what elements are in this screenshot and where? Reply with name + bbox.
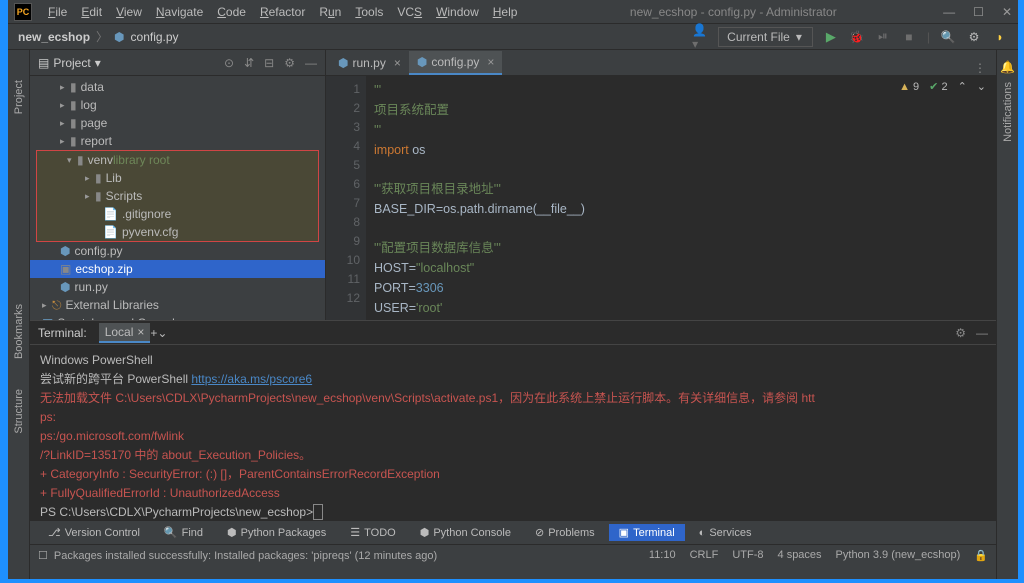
search-icon[interactable]: 🔍 [940,29,956,45]
menu-code[interactable]: Code [211,3,252,21]
menu-navigate[interactable]: Navigate [150,3,209,21]
status-lock-icon[interactable]: 🔒 [974,549,988,562]
status-interpreter[interactable]: Python 3.9 (new_ecshop) [836,549,961,562]
pscore-link[interactable]: https://aka.ms/pscore6 [191,372,312,386]
menu-help[interactable]: Help [487,3,524,21]
tree-file-pyvenv[interactable]: 📄pyvenv.cfg [37,223,318,241]
inspection-nav-down[interactable]: ⌄ [977,80,986,93]
tree-file-run[interactable]: ⬢run.py [30,278,325,296]
tool-project[interactable]: Project [13,80,25,114]
terminal-output[interactable]: Windows PowerShell 尝试新的跨平台 PowerShell ht… [30,345,996,520]
locate-icon[interactable]: ⊙ [224,56,234,70]
tool-notifications[interactable]: Notifications [1002,82,1014,142]
debug-button[interactable]: 🐞 [849,29,865,45]
status-message: Packages installed successfully: Install… [54,550,437,562]
tree-folder-page[interactable]: ▸▮page [30,114,325,132]
tool-structure[interactable]: Structure [13,389,25,434]
coverage-button[interactable]: ⏯ [875,29,891,45]
tool-find[interactable]: 🔍Find [154,524,213,541]
terminal-title: Terminal: [38,326,87,340]
breadcrumb-separator: 〉 [96,28,108,45]
tool-bookmarks[interactable]: Bookmarks [13,304,25,359]
status-line-sep[interactable]: CRLF [690,549,719,562]
tree-file-ecshop-zip[interactable]: ▣ecshop.zip [30,260,325,278]
inspection-ok[interactable]: ✔ 2 [929,80,947,93]
tree-file-config[interactable]: ⬢config.py [30,242,325,260]
tab-menu-icon[interactable]: ⋮ [974,61,996,75]
close-tab-icon[interactable]: × [487,55,494,69]
tree-folder-venv[interactable]: ▾▮venv library root [37,151,318,169]
maximize-button[interactable]: ☐ [973,5,984,19]
tool-todo[interactable]: ☰TODO [340,524,405,541]
stop-button[interactable]: ■ [901,29,917,45]
new-terminal-button[interactable]: + [150,326,157,340]
status-encoding[interactable]: UTF-8 [732,549,763,562]
status-indent[interactable]: 4 spaces [778,549,822,562]
terminal-settings-icon[interactable]: ⚙ [955,326,966,340]
tool-terminal[interactable]: ▣Terminal [609,524,685,541]
settings-icon[interactable]: ⚙ [966,29,982,45]
tree-folder-log[interactable]: ▸▮log [30,96,325,114]
code-editor[interactable]: ''' 项目系统配置 ''' import os '''获取项目根目录地址'''… [366,76,996,320]
chevron-down-icon: ▾ [796,30,802,44]
ide-badge-icon[interactable]: ◗ [992,29,1008,45]
collapse-icon[interactable]: ⊟ [264,56,274,70]
project-panel-title: ▤ Project ▾ [38,56,101,70]
close-tab-icon[interactable]: × [394,56,401,70]
inspection-warnings[interactable]: ▲ 9 [899,81,919,93]
python-file-icon: ⬢ [114,30,124,44]
menu-view[interactable]: View [110,3,148,21]
terminal-hide-icon[interactable]: — [976,326,988,340]
tool-services[interactable]: ◐Services [689,525,762,541]
app-logo: PC [14,3,32,21]
gear-icon[interactable]: ⚙ [284,56,295,70]
window-title: new_ecshop - config.py - Administrator [523,5,943,19]
editor-tab-config[interactable]: ⬢config.py× [409,51,503,75]
run-config-selector[interactable]: Current File▾ [718,27,813,47]
menu-run[interactable]: Run [313,3,347,21]
terminal-dropdown-icon[interactable]: ⌄ [157,326,167,340]
menu-window[interactable]: Window [430,3,485,21]
menu-bar: File Edit View Navigate Code Refactor Ru… [42,3,523,21]
breadcrumb-file[interactable]: config.py [131,30,179,44]
hide-panel-icon[interactable]: — [305,56,317,70]
tree-folder-lib[interactable]: ▸▮Lib [37,169,318,187]
tool-python-packages[interactable]: ⬢Python Packages [217,524,336,541]
breadcrumb-project[interactable]: new_ecshop [18,30,90,44]
close-button[interactable]: ✕ [1002,5,1012,19]
menu-vcs[interactable]: VCS [391,3,428,21]
tree-file-gitignore[interactable]: 📄.gitignore [37,205,318,223]
line-gutter: 123456789101112 [326,76,366,320]
menu-file[interactable]: File [42,3,73,21]
minimize-button[interactable]: — [943,5,955,19]
run-button[interactable]: ▶ [823,29,839,45]
inspection-nav-up[interactable]: ⌃ [958,80,967,93]
tree-folder-scripts[interactable]: ▸▮Scripts [37,187,318,205]
tool-version-control[interactable]: ⎇Version Control [38,524,150,541]
tool-python-console[interactable]: ⬢Python Console [410,524,521,541]
editor-tab-run[interactable]: ⬢run.py× [330,51,409,75]
tool-problems[interactable]: ⊘Problems [525,524,605,541]
notifications-bell-icon[interactable]: 🔔 [1000,60,1015,74]
terminal-tab-local[interactable]: Local × [99,323,151,343]
status-caret-pos[interactable]: 11:10 [649,549,676,562]
tree-folder-data[interactable]: ▸▮data [30,78,325,96]
status-message-icon: ☐ [38,549,48,562]
menu-edit[interactable]: Edit [75,3,108,21]
menu-refactor[interactable]: Refactor [254,3,311,21]
expand-icon[interactable]: ⇵ [244,56,254,70]
user-icon[interactable]: 👤▾ [692,29,708,45]
tree-folder-report[interactable]: ▸▮report [30,132,325,150]
menu-tools[interactable]: Tools [349,3,389,21]
tree-external-libs[interactable]: ▸⎋External Libraries [30,296,325,314]
